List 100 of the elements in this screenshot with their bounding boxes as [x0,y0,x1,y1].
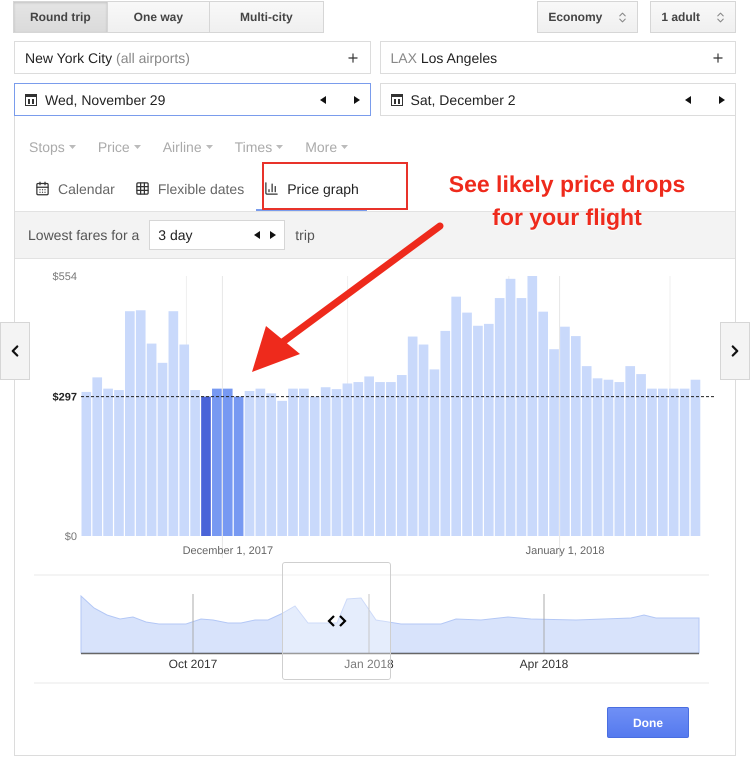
price-bar[interactable] [614,382,624,536]
price-bar[interactable] [103,388,113,536]
price-bar[interactable] [549,349,559,536]
price-bar[interactable] [212,388,222,536]
price-bar[interactable] [136,310,146,536]
price-bar[interactable] [266,393,276,536]
caret-icon [341,145,348,149]
price-bar[interactable] [82,392,92,536]
price-bar[interactable] [320,387,330,536]
price-bar[interactable] [396,375,407,536]
date-field[interactable]: Wed, November 29 [14,83,370,116]
axis-label: December 1, 2017 [182,545,274,557]
price-bar[interactable] [636,374,646,536]
axis-label: $554 [52,271,77,283]
price-bar[interactable] [92,377,102,536]
caret-icon [276,145,284,149]
bar-chart-icon [264,181,280,196]
trip-length-field[interactable]: 3 day [149,220,286,250]
price-bar[interactable] [310,396,320,536]
previous-icon[interactable] [320,96,326,104]
price-bar[interactable] [570,336,581,536]
price-bar[interactable] [430,369,440,536]
price-bar[interactable] [332,389,342,536]
price-bar[interactable] [201,396,211,536]
price-bar[interactable] [668,388,679,536]
price-bar[interactable] [244,390,254,536]
price-bar[interactable] [592,378,602,536]
grid-icon [134,181,150,196]
price-bar[interactable] [625,366,636,536]
timeline-label: Jan 2018 [344,657,394,671]
axis-label: January 1, 2018 [526,545,604,557]
resize-handle-icon[interactable] [326,615,346,627]
price-bar[interactable] [114,390,124,536]
calendar-icon [390,94,402,106]
price-bar[interactable] [256,388,266,536]
price-bar[interactable] [190,390,200,536]
price-bar[interactable] [647,388,657,536]
price-bar[interactable] [375,382,385,536]
destination-field[interactable]: LAX Los Angeles [380,41,736,74]
price-bar[interactable] [462,312,472,536]
price-bar[interactable] [408,336,418,536]
price-bar[interactable] [179,344,190,536]
price-bar[interactable] [560,326,570,536]
price-bar[interactable] [168,311,178,536]
date-field[interactable]: Sat, December 2 [380,83,736,116]
price-bar[interactable] [440,330,450,536]
price-bar[interactable] [516,298,526,536]
price-bar[interactable] [277,400,287,536]
price-bar[interactable] [234,396,244,536]
price-bar[interactable] [538,312,548,536]
cabin-select[interactable]: Economy [537,1,638,33]
price-bar[interactable] [604,380,614,536]
passengers-select[interactable]: 1 adult [650,1,736,33]
origin-field[interactable]: New York City (all airports) [14,41,370,74]
price-bar[interactable] [299,388,309,536]
price-bar[interactable] [658,388,668,536]
axis-label: $0 [64,531,77,543]
price-bar[interactable] [680,388,690,536]
price-bar[interactable] [364,376,374,536]
price-bar[interactable] [527,276,538,536]
add-icon [711,50,725,64]
add-icon [346,50,360,64]
price-bar[interactable] [386,382,396,536]
price-bar[interactable] [353,382,364,536]
previous-button[interactable] [0,322,30,380]
callout-text: See likely price drops for your flight [448,170,686,232]
price-bar[interactable] [451,296,461,536]
price-bar[interactable] [484,324,494,536]
calendar-icon [35,181,50,196]
trip-type-tab[interactable]: Round trip [13,1,108,33]
next-icon[interactable] [354,96,360,104]
price-bar[interactable] [582,366,592,536]
price-bar[interactable] [494,298,504,536]
view-tab[interactable]: Flexible dates [126,168,252,211]
price-bar[interactable] [506,278,516,536]
price-bar[interactable] [146,344,156,536]
price-bar[interactable] [125,311,135,536]
calendar-icon [25,94,37,106]
previous-icon[interactable] [254,231,260,239]
price-bar[interactable] [158,362,168,536]
caret-icon [68,145,76,149]
price-bar[interactable] [473,326,483,536]
next-icon[interactable] [719,96,725,104]
previous-icon[interactable] [685,96,691,104]
timeline-label: Oct 2017 [168,657,218,671]
fare-span-suffix: trip [295,227,315,243]
timeline-label: Apr 2018 [520,657,568,671]
next-button[interactable] [720,322,750,380]
price-bar[interactable] [342,383,352,536]
trip-type-tab[interactable]: One way [106,1,210,33]
view-tab[interactable]: Calendar [27,168,123,211]
fare-span-label: Lowest fares for a [28,227,140,243]
caret-icon [206,145,213,149]
reference-label: $297 [52,392,77,404]
price-bar[interactable] [288,388,298,536]
price-bar[interactable] [690,380,700,536]
next-icon[interactable] [270,231,276,239]
caret-icon [134,145,141,149]
price-bar[interactable] [418,344,428,536]
trip-type-tab[interactable]: Multi-city [209,1,324,33]
